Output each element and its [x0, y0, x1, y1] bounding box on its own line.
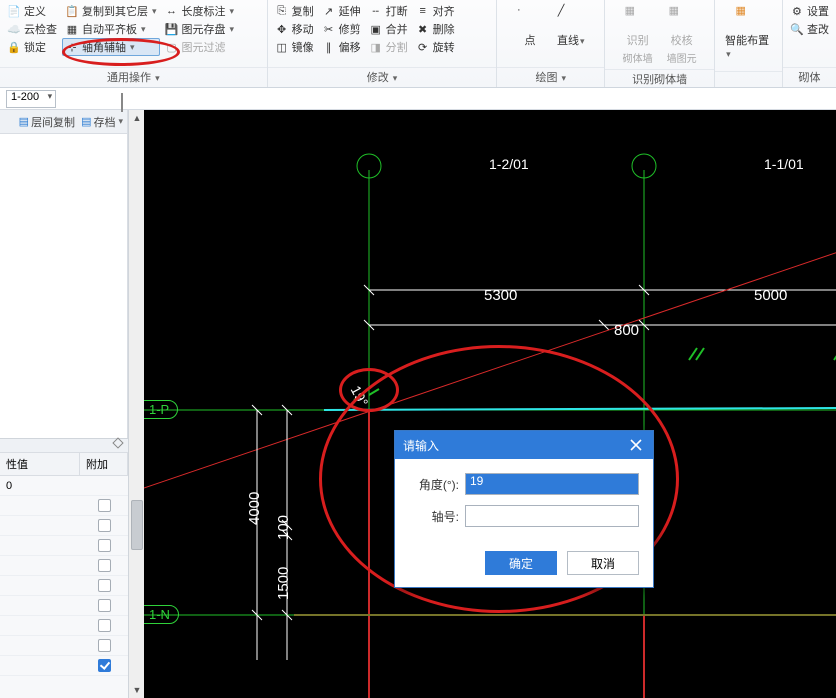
btn-elem-filter: ▢图元过滤 [162, 38, 238, 56]
btn-settings[interactable]: ⚙设置 [787, 2, 832, 20]
ribbon: 📄定义 ☁️云检查 🔒锁定 📋复制到其它层▾ ▦自动平齐板▾ ⊹轴角辅轴▾ ↔长… [0, 0, 836, 88]
checkbox[interactable] [98, 499, 111, 512]
group-label-draw: 绘图 ▾ [497, 67, 604, 87]
zoom-select[interactable]: 1-200 [6, 90, 56, 108]
btn-auto-align[interactable]: ▦自动平齐板▾ [62, 20, 160, 38]
dialog-title: 请输入 [403, 437, 439, 454]
btn-point[interactable]: ·点 [511, 2, 549, 50]
btn-move[interactable]: ✥移动 [272, 20, 317, 38]
left-panel: ▤层间复制 ▤存档▾ 性值附加 0 [0, 110, 128, 698]
btn-split: ◨分割 [366, 38, 411, 56]
btn-cloud-check[interactable]: ☁️云检查 [4, 20, 60, 38]
input-angle[interactable]: 19 [465, 473, 639, 495]
checkbox[interactable] [98, 579, 111, 592]
btn-len-dim[interactable]: ↔长度标注▾ [162, 2, 238, 20]
group-label-wall2: 砌体 [783, 67, 836, 87]
btn-copy-layer[interactable]: 📋复制到其它层▾ [62, 2, 160, 20]
pin-icon-2[interactable] [112, 437, 123, 448]
dim-800: 800 [614, 322, 639, 339]
group-label-recog: 识别砌体墙 [605, 69, 714, 89]
dim-4000: 4000 [246, 492, 263, 525]
cancel-button[interactable]: 取消 [567, 551, 639, 575]
prop-grid-header: 性值附加 [0, 453, 128, 476]
group-label-common: 通用操作 ▾ [0, 67, 267, 87]
checkbox-checked[interactable] [98, 659, 111, 672]
btn-align[interactable]: ≡对齐 [413, 2, 458, 20]
dim-5300: 5300 [484, 287, 517, 304]
btn-copy[interactable]: ⎘复制 [272, 2, 317, 20]
btn-elem-save[interactable]: 💾图元存盘▾ [162, 20, 238, 38]
dialog-close-icon[interactable] [627, 436, 645, 454]
btn-define[interactable]: 📄定义 [4, 2, 60, 20]
checkbox[interactable] [98, 599, 111, 612]
btn-line[interactable]: ╱直线▾ [551, 2, 591, 50]
scroll-up-icon[interactable]: ▲ [129, 110, 145, 126]
sub-toolbar: 1-200 [0, 88, 836, 110]
btn-break[interactable]: ╌打断 [366, 2, 411, 20]
axis-bubble-n: 1-N [144, 605, 179, 624]
vertical-scrollbar[interactable]: ▲ ▼ [128, 110, 144, 698]
btn-find[interactable]: 🔍查改 [787, 20, 832, 38]
btn-extend[interactable]: ↗延伸 [319, 2, 364, 20]
btn-smart-layout[interactable]: ▦智能布置▾ [719, 2, 778, 62]
drawing-canvas[interactable]: 1-2/01 1-1/01 5300 5000 800 4000 100 150… [144, 110, 836, 698]
scroll-down-icon[interactable]: ▼ [129, 682, 145, 698]
btn-floor-copy[interactable]: ▤层间复制 [19, 114, 75, 130]
btn-mirror[interactable]: ◫镜像 [272, 38, 317, 56]
btn-rotate[interactable]: ⟳旋转 [413, 38, 458, 56]
btn-lock[interactable]: 🔒锁定 [4, 38, 60, 56]
panel1-toolbar: ▤层间复制 ▤存档▾ [0, 110, 127, 134]
dim-100: 100 [275, 515, 292, 540]
checkbox[interactable] [98, 559, 111, 572]
checkbox[interactable] [98, 539, 111, 552]
btn-merge[interactable]: ▣合并 [366, 20, 411, 38]
btn-archive[interactable]: ▤存档▾ [81, 114, 123, 130]
ok-button[interactable]: 确定 [485, 551, 557, 575]
scroll-thumb[interactable] [131, 500, 143, 550]
axis-label-a: 1-2/01 [489, 156, 529, 172]
label-axis-no: 轴号: [409, 508, 459, 525]
group-label-modify: 修改 ▾ [268, 67, 497, 87]
btn-check-wall: ▦校核墙图元 [661, 2, 703, 67]
btn-delete[interactable]: ✖删除 [413, 20, 458, 38]
checkbox[interactable] [98, 619, 111, 632]
btn-axis-aux[interactable]: ⊹轴角辅轴▾ [62, 38, 160, 56]
axis-bubble-p: 1-P [144, 400, 178, 419]
label-angle: 角度(°): [409, 476, 459, 493]
dim-1500: 1500 [275, 567, 292, 600]
input-axis-no[interactable] [465, 505, 639, 527]
btn-trim[interactable]: ✂修剪 [319, 20, 364, 38]
input-dialog: 请输入 角度(°): 19 轴号: 确定 取消 [394, 430, 654, 588]
dim-5000: 5000 [754, 287, 787, 304]
axis-label-b: 1-1/01 [764, 156, 804, 172]
pin-icon[interactable] [121, 93, 123, 112]
btn-recognize: ▦识别砌体墙 [617, 2, 659, 67]
checkbox[interactable] [98, 519, 111, 532]
checkbox[interactable] [98, 639, 111, 652]
btn-offset[interactable]: ∥偏移 [319, 38, 364, 56]
